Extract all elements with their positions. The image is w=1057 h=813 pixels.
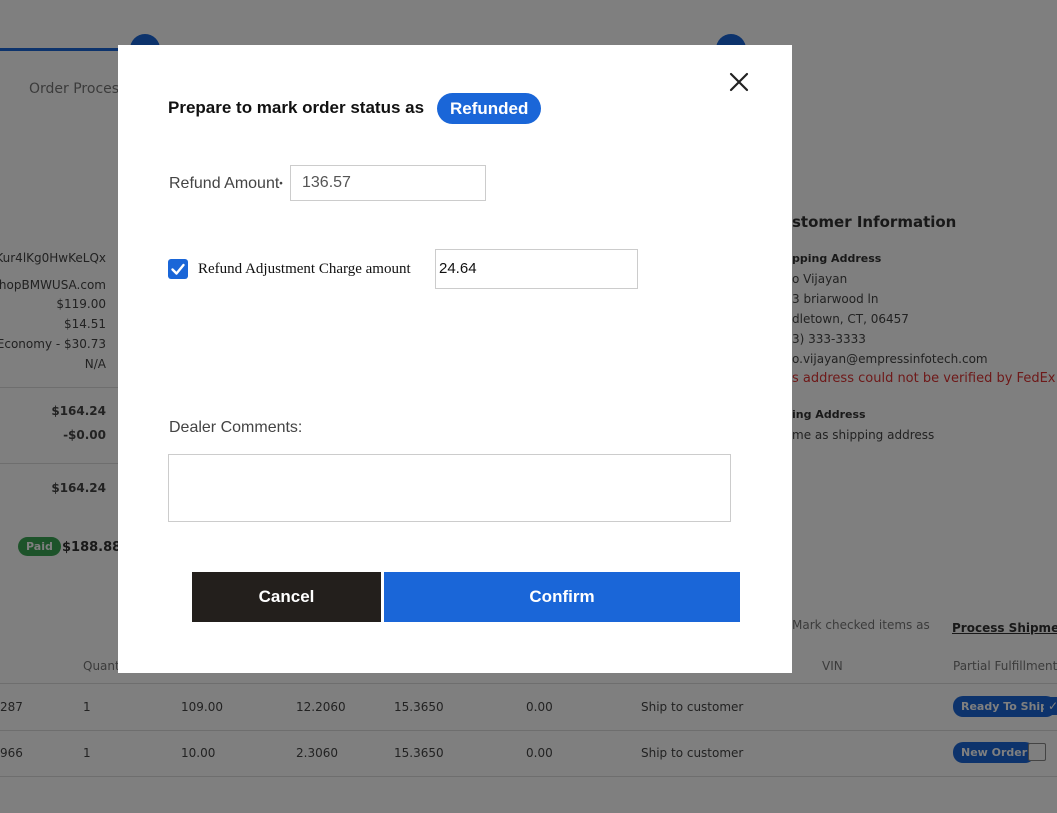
adjustment-amount-input[interactable]: 24.64 xyxy=(435,249,638,289)
refund-modal: Prepare to mark order status as Refunded… xyxy=(118,45,792,673)
refund-amount-input[interactable]: 136.57 xyxy=(290,165,486,201)
confirm-button[interactable]: Confirm xyxy=(384,572,740,622)
adjustment-label[interactable]: Refund Adjustment Charge amount xyxy=(198,261,411,278)
modal-title: Prepare to mark order status as xyxy=(168,98,425,117)
cancel-button[interactable]: Cancel xyxy=(192,572,381,622)
status-badge: Refunded xyxy=(437,93,542,124)
adjustment-checkbox[interactable] xyxy=(168,259,188,279)
checkmark-icon xyxy=(171,263,185,275)
dealer-comments-textarea[interactable] xyxy=(168,454,731,522)
close-button[interactable] xyxy=(727,70,751,94)
dealer-comments-label: Dealer Comments: xyxy=(169,419,303,436)
refund-amount-label: Refund Amount• xyxy=(169,175,283,192)
close-icon xyxy=(729,72,749,92)
